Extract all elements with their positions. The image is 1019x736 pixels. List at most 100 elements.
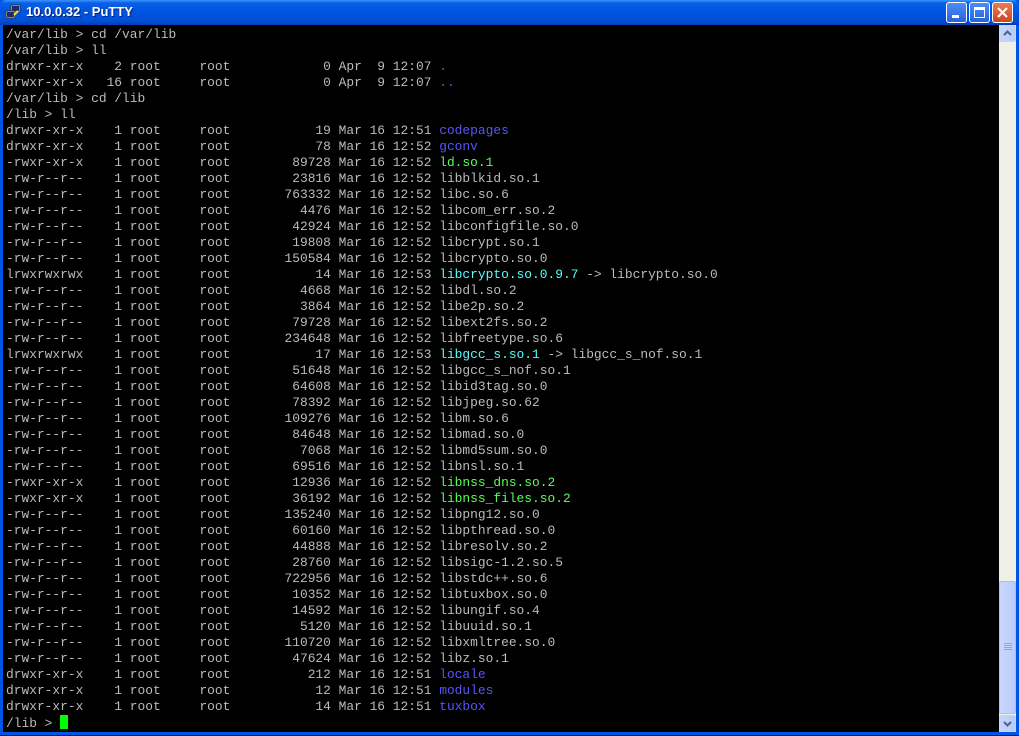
file-name: libc.so.6 [439,187,509,202]
terminal-line: lrwxrwxrwx 1 root root 17 Mar 16 12:53 l… [6,347,718,363]
line-text: drwxr-xr-x 1 root root 19 Mar 16 12:51 [6,123,440,138]
terminal-line: -rwxr-xr-x 1 root root 89728 Mar 16 12:5… [6,155,718,171]
terminal-line: -rw-r--r-- 1 root root 4668 Mar 16 12:52… [6,283,718,299]
line-text: -rw-r--r-- 1 root root 14592 Mar 16 12:5… [6,603,440,618]
close-button[interactable] [992,2,1013,23]
terminal-line: drwxr-xr-x 16 root root 0 Apr 9 12:07 .. [6,75,718,91]
terminal-line: -rw-r--r-- 1 root root 84648 Mar 16 12:5… [6,427,718,443]
file-name: tuxbox [439,699,486,714]
terminal-line: /var/lib > cd /lib [6,91,718,107]
terminal-line: drwxr-xr-x 1 root root 212 Mar 16 12:51 … [6,667,718,683]
line-text: -rw-r--r-- 1 root root 79728 Mar 16 12:5… [6,315,440,330]
file-name: libcrypto.so.0 [439,251,548,266]
putty-window: 10.0.0.32 - PuTTY /var/lib > cd /var/lib… [0,0,1019,735]
file-name: libblkid.so.1 [439,171,540,186]
terminal-line: -rw-r--r-- 1 root root 23816 Mar 16 12:5… [6,171,718,187]
line-text: -rw-r--r-- 1 root root 150584 Mar 16 12:… [6,251,440,266]
terminal-line: -rwxr-xr-x 1 root root 12936 Mar 16 12:5… [6,475,718,491]
putty-icon[interactable] [5,4,21,20]
terminal-line: drwxr-xr-x 1 root root 12 Mar 16 12:51 m… [6,683,718,699]
line-text: /var/lib > cd /var/lib [6,27,177,42]
file-name: libuuid.so.1 [439,619,533,634]
terminal-line: drwxr-xr-x 2 root root 0 Apr 9 12:07 . [6,59,718,75]
file-name: .. [439,75,455,90]
maximize-button[interactable] [969,2,990,23]
line-text: -rw-r--r-- 1 root root 44888 Mar 16 12:5… [6,539,440,554]
line-text: -rw-r--r-- 1 root root 135240 Mar 16 12:… [6,507,440,522]
line-text: -rw-r--r-- 1 root root 19808 Mar 16 12:5… [6,235,440,250]
line-text: /var/lib > cd /lib [6,91,146,106]
minimize-icon [952,15,959,18]
file-name: libresolv.so.2 [439,539,548,554]
file-name: libext2fs.so.2 [439,315,548,330]
prompt-line[interactable]: /lib > [6,715,718,731]
terminal-line: -rw-r--r-- 1 root root 44888 Mar 16 12:5… [6,539,718,555]
terminal-output: /var/lib > cd /var/lib/var/lib > ll drwxr… [6,27,718,731]
file-name: libcrypt.so.1 [439,235,540,250]
file-name: libnss_files.so.2 [439,491,571,506]
file-name: codepages [439,123,509,138]
terminal-line: drwxr-xr-x 1 root root 78 Mar 16 12:52 g… [6,139,718,155]
line-text: -rw-r--r-- 1 root root 84648 Mar 16 12:5… [6,427,440,442]
line-text: -rw-r--r-- 1 root root 4476 Mar 16 12:52 [6,203,440,218]
terminal-line: lrwxrwxrwx 1 root root 14 Mar 16 12:53 l… [6,267,718,283]
file-name: libz.so.1 [439,651,509,666]
file-name: locale [439,667,486,682]
terminal-line: -rw-r--r-- 1 root root 135240 Mar 16 12:… [6,507,718,523]
file-name: libxmltree.so.0 [439,635,556,650]
line-text: -rw-r--r-- 1 root root 110720 Mar 16 12:… [6,635,440,650]
line-text: -rwxr-xr-x 1 root root 89728 Mar 16 12:5… [6,155,440,170]
minimize-button[interactable] [946,2,967,23]
line-text: -rw-r--r-- 1 root root 4668 Mar 16 12:52 [6,283,440,298]
line-text: -rw-r--r-- 1 root root 60160 Mar 16 12:5… [6,523,440,538]
line-text: -rw-r--r-- 1 root root 42924 Mar 16 12:5… [6,219,440,234]
line-text: -rwxr-xr-x 1 root root 36192 Mar 16 12:5… [6,491,440,506]
vertical-scrollbar[interactable] [999,25,1016,732]
line-text: /var/lib > ll [6,43,107,58]
file-name: libcom_err.so.2 [439,203,556,218]
link-target: -> libcrypto.so.0 [578,267,718,282]
file-name: libgcc_s_nof.so.1 [439,363,571,378]
file-name: libmad.so.0 [439,427,525,442]
terminal-line: -rw-r--r-- 1 root root 234648 Mar 16 12:… [6,331,718,347]
file-name: libm.so.6 [439,411,509,426]
line-text: -rw-r--r-- 1 root root 234648 Mar 16 12:… [6,331,440,346]
file-name: libcrypto.so.0.9.7 [439,267,579,282]
line-text: -rw-r--r-- 1 root root 7068 Mar 16 12:52 [6,443,440,458]
terminal-line: -rw-r--r-- 1 root root 10352 Mar 16 12:5… [6,587,718,603]
terminal-line: -rw-r--r-- 1 root root 60160 Mar 16 12:5… [6,523,718,539]
scroll-up-button[interactable] [999,25,1016,42]
terminal-area[interactable]: /var/lib > cd /var/lib/var/lib > ll drwxr… [3,25,999,732]
terminal-line: -rw-r--r-- 1 root root 42924 Mar 16 12:5… [6,219,718,235]
line-text: -rw-r--r-- 1 root root 51648 Mar 16 12:5… [6,363,440,378]
terminal-line: -rw-r--r-- 1 root root 763332 Mar 16 12:… [6,187,718,203]
scrollbar-thumb[interactable] [999,581,1016,714]
text-cursor [60,715,69,729]
line-text: -rw-r--r-- 1 root root 722956 Mar 16 12:… [6,571,440,586]
file-name: libdl.so.2 [439,283,517,298]
line-text: lrwxrwxrwx 1 root root 17 Mar 16 12:53 [6,347,440,362]
line-text: -rw-r--r-- 1 root root 23816 Mar 16 12:5… [6,171,440,186]
terminal-line: -rw-r--r-- 1 root root 28760 Mar 16 12:5… [6,555,718,571]
line-text: -rw-r--r-- 1 root root 28760 Mar 16 12:5… [6,555,440,570]
terminal-line: /var/lib > cd /var/lib [6,27,718,43]
line-text: -rw-r--r-- 1 root root 3864 Mar 16 12:52 [6,299,440,314]
scroll-down-button[interactable] [999,715,1016,732]
terminal-line: -rw-r--r-- 1 root root 150584 Mar 16 12:… [6,251,718,267]
file-name: libconfigfile.so.0 [439,219,579,234]
terminal-line: -rw-r--r-- 1 root root 79728 Mar 16 12:5… [6,315,718,331]
line-text: -rw-r--r-- 1 root root 69516 Mar 16 12:5… [6,459,440,474]
link-target: -> libgcc_s_nof.so.1 [539,347,703,362]
file-name: libnss_dns.so.2 [439,475,556,490]
file-name: libgcc_s.so.1 [439,347,540,362]
file-name: libpthread.so.0 [439,523,556,538]
terminal-line: /var/lib > ll [6,43,718,59]
file-name: libpng12.so.0 [439,507,540,522]
terminal-line: -rw-r--r-- 1 root root 47624 Mar 16 12:5… [6,651,718,667]
terminal-line: drwxr-xr-x 1 root root 19 Mar 16 12:51 c… [6,123,718,139]
file-name: libmd5sum.so.0 [439,443,548,458]
terminal-line: -rw-r--r-- 1 root root 64608 Mar 16 12:5… [6,379,718,395]
title-bar[interactable]: 10.0.0.32 - PuTTY [0,0,1019,25]
prompt-text: /lib > [6,716,61,731]
terminal-line: -rw-r--r-- 1 root root 7068 Mar 16 12:52… [6,443,718,459]
